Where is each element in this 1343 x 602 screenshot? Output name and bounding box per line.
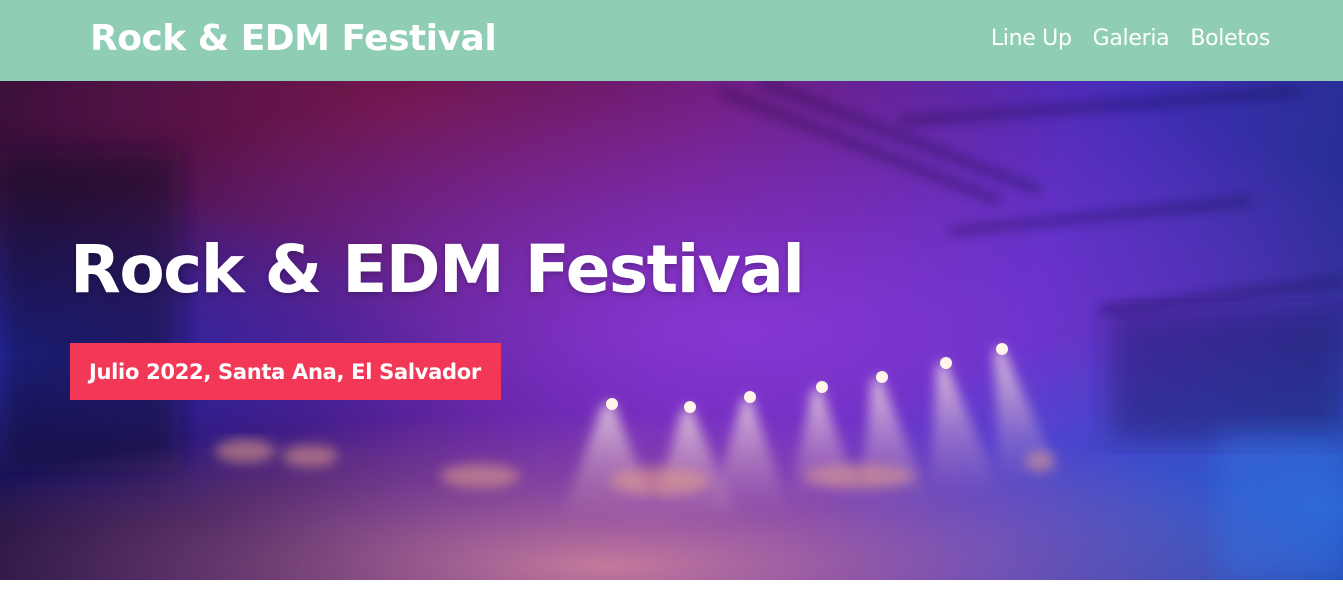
site-logo[interactable]: Rock & EDM Festival bbox=[90, 20, 497, 57]
main-nav: Line Up Galeria Boletos bbox=[991, 26, 1270, 51]
nav-link-galeria[interactable]: Galeria bbox=[1093, 26, 1170, 51]
event-date-badge: Julio 2022, Santa Ana, El Salvador bbox=[70, 343, 501, 400]
nav-link-boletos[interactable]: Boletos bbox=[1190, 26, 1270, 51]
site-header: Rock & EDM Festival Line Up Galeria Bole… bbox=[0, 0, 1343, 81]
hero-section: Rock & EDM Festival Julio 2022, Santa An… bbox=[0, 81, 1343, 580]
page-content-start bbox=[0, 580, 1343, 602]
hero-title: Rock & EDM Festival bbox=[70, 231, 805, 308]
concert-stage-image bbox=[0, 81, 1343, 580]
nav-link-line-up[interactable]: Line Up bbox=[991, 26, 1072, 51]
